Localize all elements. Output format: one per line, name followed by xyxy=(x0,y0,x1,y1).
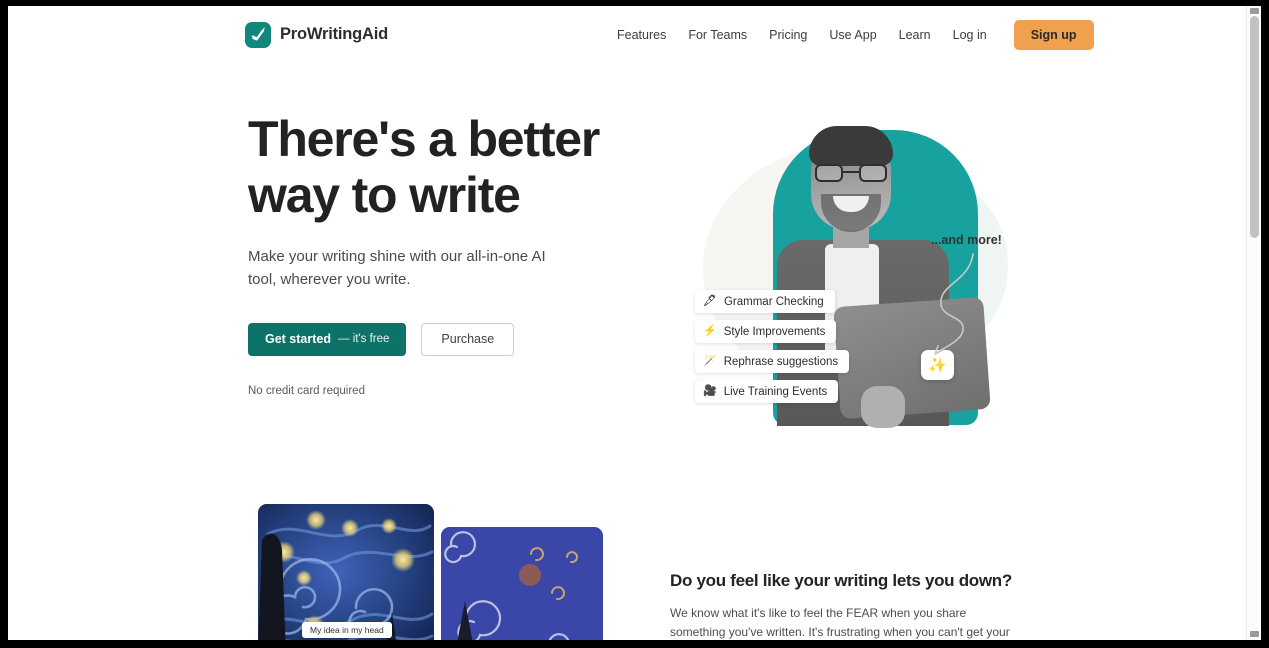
scroll-up-arrow-icon[interactable] xyxy=(1250,8,1259,14)
person-hair xyxy=(809,126,893,166)
get-started-sublabel: — it's free xyxy=(338,333,390,345)
browser-frame: ProWritingAid Features For Teams Pricing… xyxy=(0,0,1269,648)
hero-section: There's a better way to write Make your … xyxy=(8,63,1246,493)
purchase-button[interactable]: Purchase xyxy=(421,322,515,356)
starry-night-comparison: My idea in my head xyxy=(258,504,603,640)
section-two-copy: Do you feel like your writing lets you d… xyxy=(670,571,1020,640)
hero-cta-row: Get started — it's free Purchase xyxy=(248,322,648,356)
feature-pill-live-training-events[interactable]: 🎥 Live Training Events xyxy=(695,380,839,403)
nav-item-learn[interactable]: Learn xyxy=(888,22,942,48)
get-started-label: Get started xyxy=(265,332,331,346)
hero-subtitle: Make your writing shine with our all-in-… xyxy=(248,248,546,289)
feature-pill-label: Grammar Checking xyxy=(723,295,824,308)
and-more-annotation: ...and more! xyxy=(931,233,1002,247)
feature-pill-rephrase-suggestions[interactable]: 🪄 Rephrase suggestions xyxy=(695,350,850,373)
section-two-title: Do you feel like your writing lets you d… xyxy=(670,571,1012,590)
scroll-down-arrow-icon[interactable] xyxy=(1250,631,1259,637)
hero-copy: There's a better way to write Make your … xyxy=(248,111,648,397)
glasses-right-lens xyxy=(859,164,887,182)
nav-item-use-app[interactable]: Use App xyxy=(818,22,887,48)
brand-name: ProWritingAid xyxy=(280,25,389,43)
idea-in-my-head-caption: My idea in my head xyxy=(302,622,392,638)
prowritingaid-logo-icon xyxy=(245,21,271,48)
nav-item-for-teams[interactable]: For Teams xyxy=(677,22,758,48)
site-header: ProWritingAid Features For Teams Pricing… xyxy=(8,6,1246,63)
hero-illustration: ✨ ...and more! 🖋 Grammar Checking ⚡ Styl… xyxy=(663,108,1033,453)
lightning-bolt-icon: ⚡ xyxy=(703,325,717,337)
starry-night-painting-card xyxy=(258,504,434,640)
hero-title-line-2: way to write xyxy=(248,167,521,223)
eyeglasses-icon xyxy=(815,164,887,182)
video-camera-icon: 🎥 xyxy=(703,385,717,397)
glasses-left-lens xyxy=(815,164,843,182)
feature-pill-label: Live Training Events xyxy=(723,385,828,398)
glasses-bridge xyxy=(843,171,859,174)
quill-pen-icon: 🖋 xyxy=(703,295,717,307)
writing-lets-you-down-section: My idea in my head Do you feel like your… xyxy=(8,493,1246,640)
nav-item-features[interactable]: Features xyxy=(606,22,677,48)
page-content: ProWritingAid Features For Teams Pricing… xyxy=(8,6,1246,640)
feature-pill-label: Style Improvements xyxy=(723,325,826,338)
feature-pill-style-improvements[interactable]: ⚡ Style Improvements xyxy=(695,320,837,343)
feature-pill-label: Rephrase suggestions xyxy=(723,355,839,368)
get-started-button[interactable]: Get started — it's free xyxy=(248,322,407,356)
page-viewport: ProWritingAid Features For Teams Pricing… xyxy=(8,6,1261,640)
scrollbar-thumb[interactable] xyxy=(1250,16,1259,238)
sign-up-button[interactable]: Sign up xyxy=(1013,19,1094,50)
brand-logo-link[interactable]: ProWritingAid xyxy=(245,21,389,48)
feature-pill-list: 🖋 Grammar Checking ⚡ Style Improvements … xyxy=(695,290,955,410)
hero-title: There's a better way to write xyxy=(248,111,648,223)
nav-item-pricing[interactable]: Pricing xyxy=(758,22,818,48)
doodle-starry-night-card xyxy=(441,527,603,640)
vertical-scrollbar[interactable] xyxy=(1246,6,1261,640)
feature-pill-grammar-checking[interactable]: 🖋 Grammar Checking xyxy=(695,290,835,313)
hero-title-line-1: There's a better xyxy=(248,111,600,167)
nav-item-log-in[interactable]: Log in xyxy=(942,22,998,48)
section-two-body: We know what it's like to feel the FEAR … xyxy=(670,606,1010,640)
main-nav: Features For Teams Pricing Use App Learn… xyxy=(606,19,1094,50)
magic-wand-icon: 🪄 xyxy=(703,355,717,367)
no-credit-card-note: No credit card required xyxy=(248,384,365,397)
